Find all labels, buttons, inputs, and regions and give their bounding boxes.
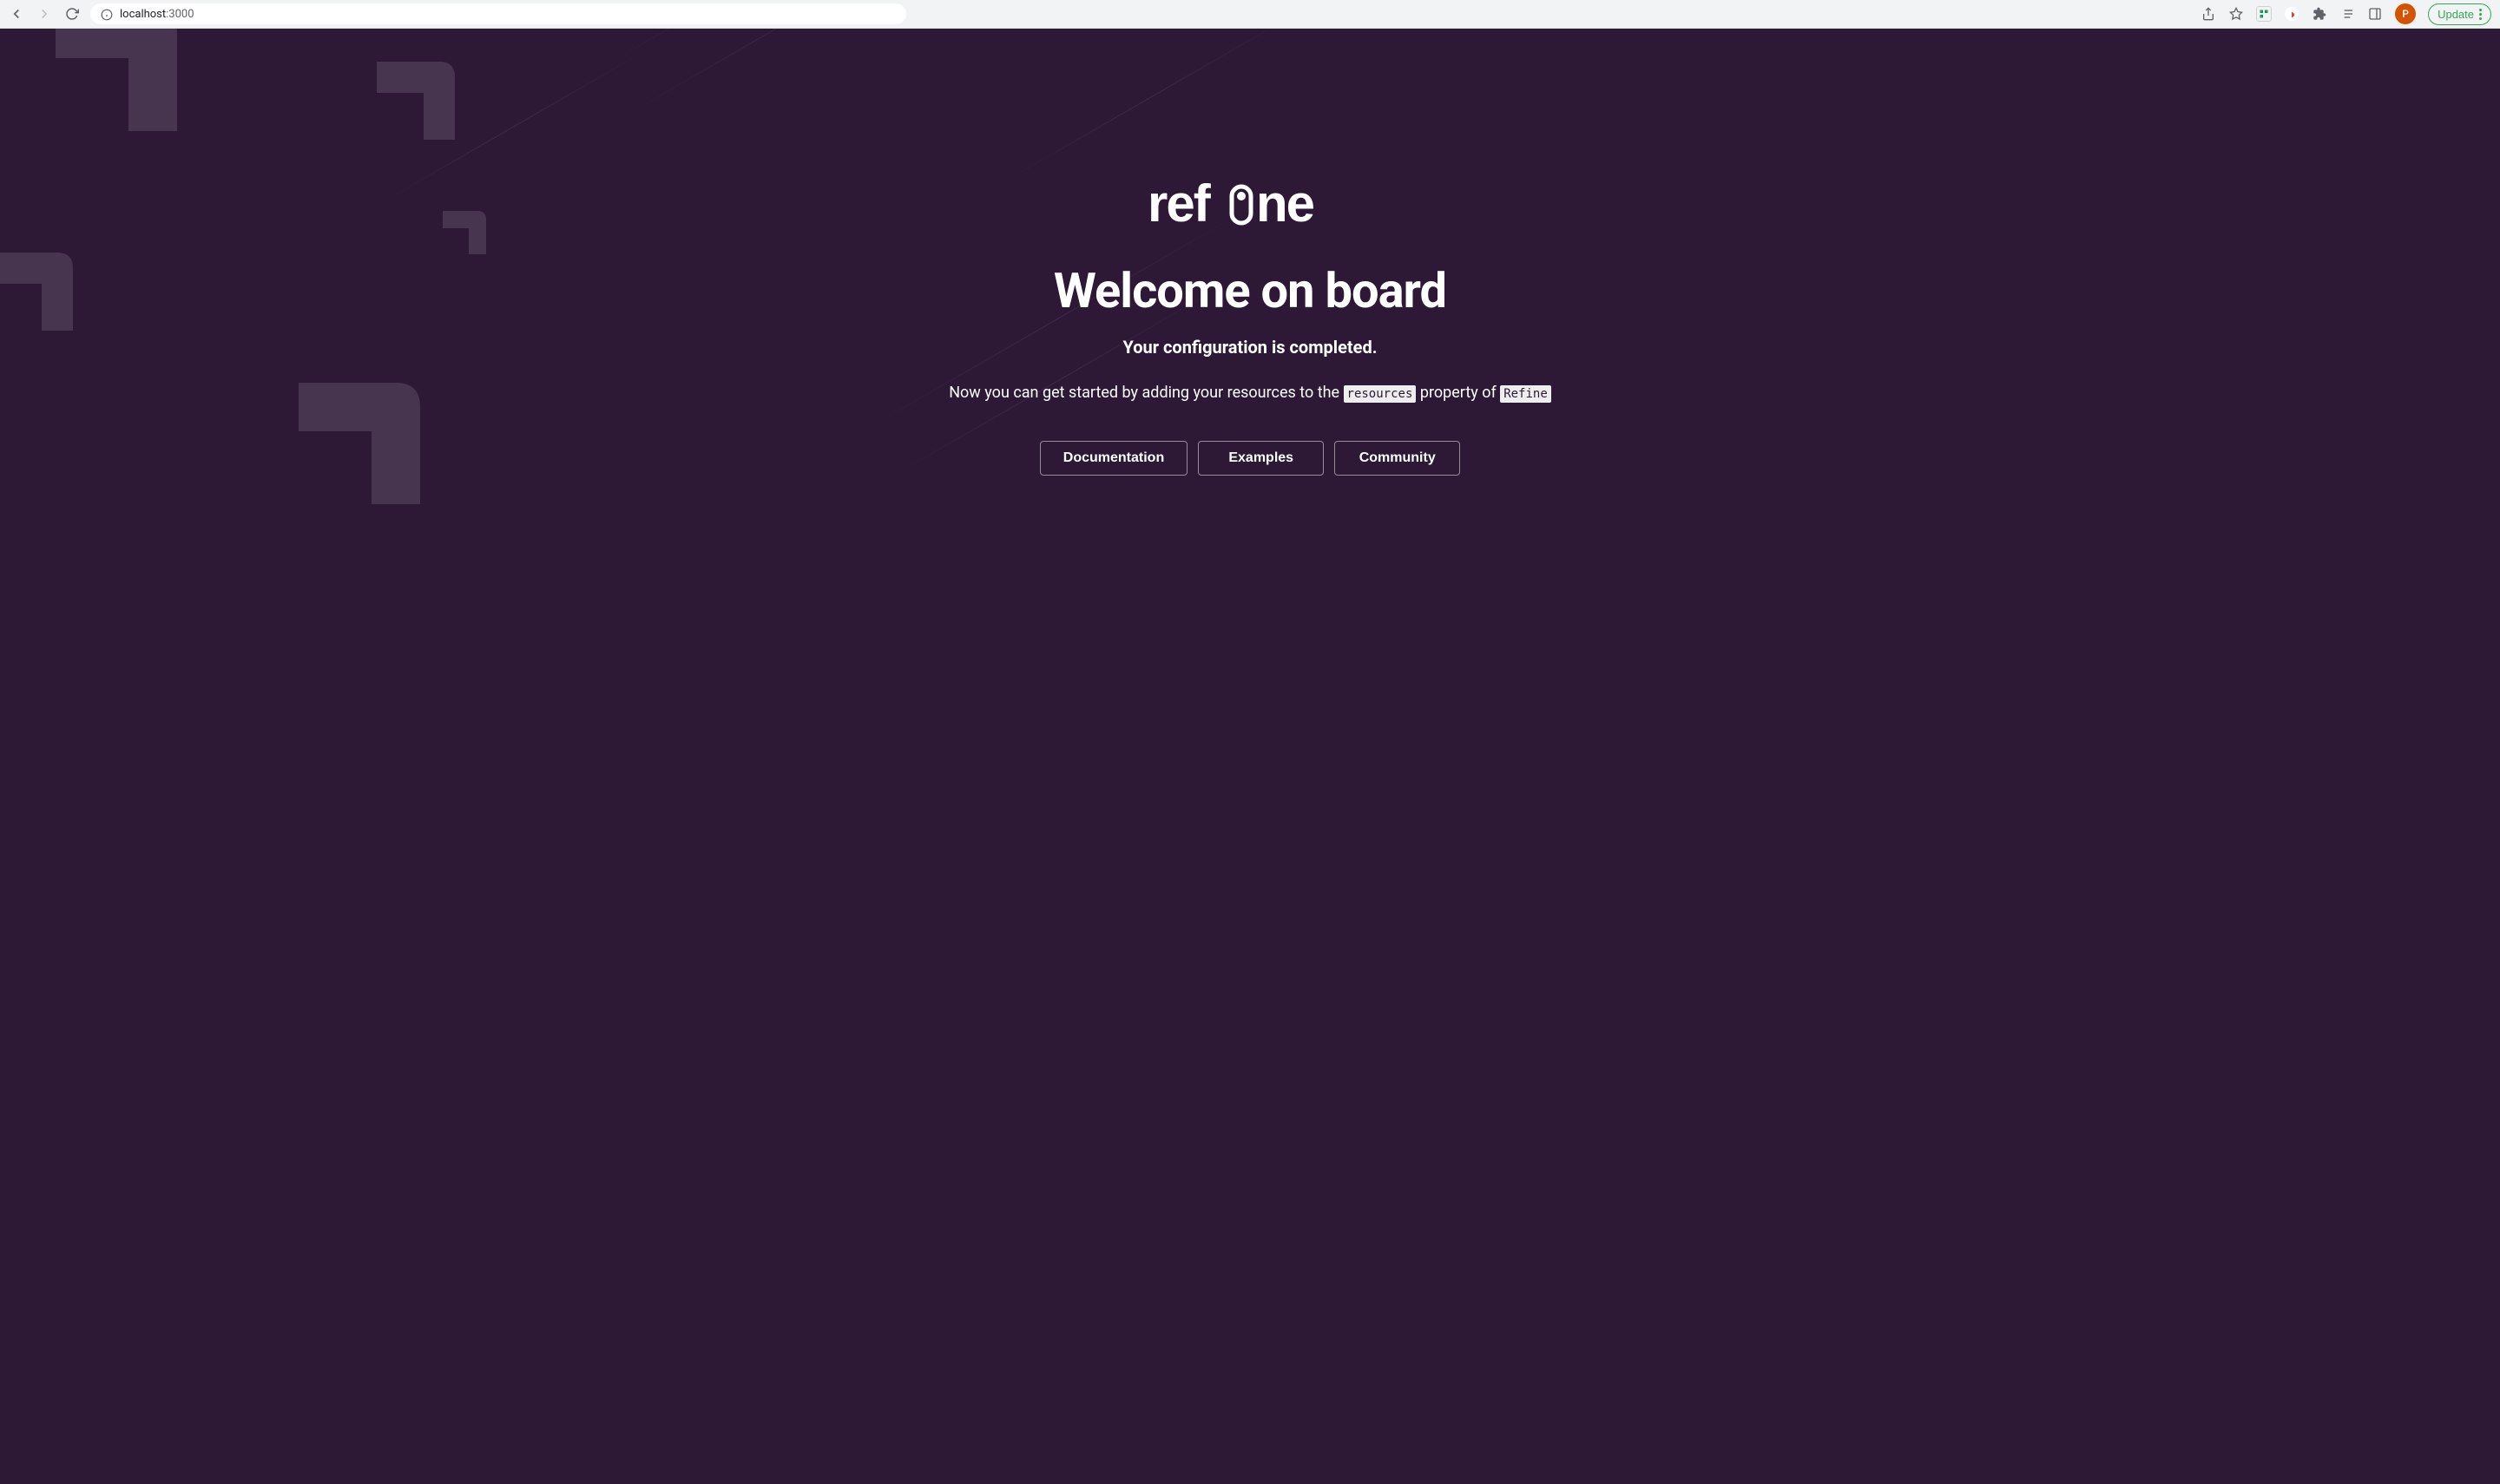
forward-button[interactable] <box>36 6 52 22</box>
bg-decoration <box>608 29 909 64</box>
page-content: ref ne Welcome on board Your configurati… <box>0 29 2500 1484</box>
desc-mid: property of <box>1420 384 1500 402</box>
back-button[interactable] <box>9 6 24 22</box>
documentation-button[interactable]: Documentation <box>1040 441 1188 476</box>
update-label: Update <box>2438 8 2474 21</box>
svg-text:ref: ref <box>1148 176 1212 233</box>
refine-logo: ref ne <box>949 176 1551 236</box>
update-button[interactable]: Update <box>2428 3 2491 25</box>
bg-decoration <box>625 29 1002 116</box>
right-icons: ◑ P Update <box>2201 3 2491 25</box>
code-refine: Refine <box>1500 385 1551 403</box>
profile-avatar[interactable]: P <box>2395 3 2416 24</box>
bg-decoration <box>0 237 104 393</box>
code-resources: resources <box>1344 385 1417 403</box>
url-text: localhost:3000 <box>120 8 194 21</box>
page-title: Welcome on board <box>949 262 1551 319</box>
menu-dots-icon <box>2479 9 2482 20</box>
bg-decoration <box>0 29 226 228</box>
side-panel-icon[interactable] <box>2367 6 2383 22</box>
page-description: Now you can get started by adding your r… <box>949 384 1551 402</box>
svg-text:ne: ne <box>1256 176 1314 233</box>
extension-green-icon[interactable] <box>2256 6 2272 22</box>
extension-red-icon[interactable]: ◑ <box>2284 6 2299 22</box>
browser-toolbar: localhost:3000 ◑ P Update <box>0 0 2500 29</box>
button-row: Documentation Examples Community <box>949 441 1551 476</box>
bg-decoration <box>226 358 469 601</box>
bookmark-icon[interactable] <box>2228 6 2244 22</box>
share-icon[interactable] <box>2201 6 2216 22</box>
extensions-icon[interactable] <box>2312 6 2327 22</box>
url-host: localhost <box>120 8 166 21</box>
reload-button[interactable] <box>64 6 80 22</box>
desc-prefix: Now you can get started by adding your r… <box>949 384 1343 402</box>
bg-decoration <box>330 46 486 202</box>
content-wrapper: ref ne Welcome on board Your configurati… <box>949 176 1551 476</box>
reading-list-icon[interactable] <box>2339 6 2355 22</box>
bg-decoration <box>998 29 1299 186</box>
page-subtitle: Your configuration is completed. <box>949 337 1551 358</box>
community-button[interactable]: Community <box>1334 441 1460 476</box>
site-info-icon[interactable] <box>101 8 113 20</box>
examples-button[interactable]: Examples <box>1198 441 1324 476</box>
nav-buttons <box>9 6 80 22</box>
address-bar[interactable]: localhost:3000 <box>90 3 906 24</box>
bg-decoration <box>417 202 503 289</box>
avatar-initial: P <box>2402 8 2409 20</box>
url-port: :3000 <box>166 8 194 21</box>
